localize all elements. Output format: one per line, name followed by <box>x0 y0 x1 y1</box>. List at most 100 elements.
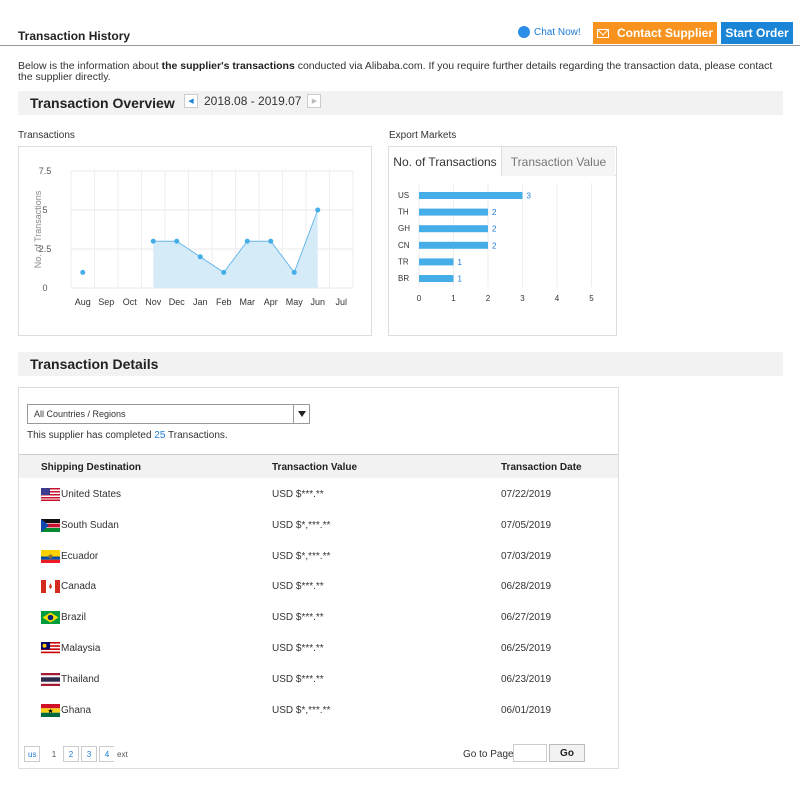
table-row: Ghana USD $*,***.** 06/01/2019 <box>19 696 618 726</box>
page-2[interactable]: 2 <box>63 746 79 762</box>
x-tick-label: Jul <box>335 297 347 307</box>
cell-country: Ghana <box>61 704 92 716</box>
cell-country: Ecuador <box>61 550 99 562</box>
cell-value: USD $*,***.** <box>272 704 331 716</box>
y-axis-label: No. of Transactions <box>33 190 43 268</box>
page-4[interactable]: 4 <box>99 746 115 762</box>
page-header: Transaction History Chat Now! Contact Su… <box>0 0 800 46</box>
flag-gh-icon <box>41 703 60 717</box>
chat-icon <box>518 26 530 38</box>
x-tick-label: 0 <box>417 294 422 303</box>
data-point <box>244 238 250 244</box>
flag-my-icon <box>41 642 60 655</box>
category-label: TR <box>398 257 409 266</box>
pagination: us 1 2 3 4 ext Go to Page Go <box>19 742 618 768</box>
data-label: 2 <box>492 241 497 250</box>
flag-ec-icon <box>41 549 60 563</box>
y-tick-label: 5 <box>42 205 47 215</box>
cell-date: 06/27/2019 <box>501 612 552 624</box>
cell-country: United States <box>61 489 122 500</box>
table-row: South Sudan USD $*,***.** 07/05/2019 <box>19 511 618 541</box>
x-tick-label: Dec <box>169 297 186 307</box>
cell-country: Malaysia <box>61 643 101 654</box>
table-row: Canada USD $***.** 06/28/2019 <box>19 572 618 602</box>
col-shipping-destination: Shipping Destination <box>41 462 141 473</box>
x-tick-label: 5 <box>589 294 594 303</box>
bar <box>419 258 454 266</box>
completed-suffix: Transactions. <box>165 430 228 441</box>
data-point <box>80 269 86 275</box>
period-selector: ◀ 2018.08 - 2019.07 ▶ <box>184 94 322 108</box>
data-label: 2 <box>492 225 497 234</box>
goto-page-input[interactable] <box>513 744 547 762</box>
x-tick-label: Feb <box>216 297 232 307</box>
category-label: GH <box>398 224 410 233</box>
prev-period-button[interactable]: ◀ <box>184 94 198 108</box>
cell-country: Thailand <box>61 673 100 685</box>
dropdown-button[interactable] <box>293 405 309 423</box>
next-period-button[interactable]: ▶ <box>307 94 322 108</box>
chat-label: Chat Now! <box>534 26 581 38</box>
x-tick-label: 3 <box>520 294 525 303</box>
page-3[interactable]: 3 <box>81 746 97 762</box>
chat-now-link[interactable]: Chat Now! <box>518 26 581 38</box>
chevron-down-icon <box>297 411 306 417</box>
data-point <box>150 238 156 244</box>
start-order-button[interactable]: Start Order <box>721 22 793 44</box>
details-bar: Transaction Details <box>18 352 783 376</box>
x-tick-label: Nov <box>145 297 162 307</box>
details-title: Transaction Details <box>30 356 159 372</box>
page-title: Transaction History <box>18 29 131 43</box>
export-markets-label: Export Markets <box>389 130 457 141</box>
export-markets-chart: 0 1 2 3 4 5 US 3 TH 2 GH 2 CN 2 TR 1 BR 1 <box>398 183 594 303</box>
x-tick-label: Jun <box>310 297 325 307</box>
cell-date: 06/25/2019 <box>501 643 552 654</box>
cell-country: South Sudan <box>61 519 119 531</box>
x-tick-label: Apr <box>264 297 278 307</box>
cell-value: USD $*,***.** <box>272 550 331 562</box>
cell-value: USD $***.** <box>272 581 324 593</box>
cell-value: USD $***.** <box>272 643 324 654</box>
bar <box>419 208 488 216</box>
data-label: 1 <box>458 275 463 284</box>
goto-label: Go to Page <box>463 749 514 760</box>
flag-us-icon <box>41 488 60 501</box>
data-label: 2 <box>492 208 497 217</box>
cell-value: USD $***.** <box>272 489 324 500</box>
transactions-chart-panel: 0 2.5 5 7.5 No. of Transactions Aug Sep Oct Nov D… <box>18 146 372 336</box>
page-1[interactable]: 1 <box>46 746 62 762</box>
flag-th-icon <box>41 672 60 686</box>
go-button[interactable]: Go <box>549 744 585 762</box>
x-tick-label: Sep <box>98 297 114 307</box>
x-tick-label: 2 <box>486 294 491 303</box>
contact-supplier-button[interactable]: Contact Supplier <box>593 22 717 44</box>
cell-date: 07/22/2019 <box>501 489 552 500</box>
overview-title: Transaction Overview <box>30 95 175 111</box>
y-tick-label: 7.5 <box>39 166 52 176</box>
overview-bar: Transaction Overview ◀ 2018.08 - 2019.07… <box>18 91 783 115</box>
x-tick-label: 1 <box>451 294 456 303</box>
data-point <box>268 238 274 244</box>
x-tick-label: Aug <box>75 297 91 307</box>
period-label: 2018.08 - 2019.07 <box>204 94 302 108</box>
category-label: CN <box>398 241 410 250</box>
data-point <box>174 238 180 244</box>
transactions-label: Transactions <box>18 130 75 141</box>
col-transaction-value: Transaction Value <box>272 462 358 473</box>
country-select[interactable]: All Countries / Regions <box>27 404 310 424</box>
x-tick-label: 4 <box>555 294 560 303</box>
col-transaction-date: Transaction Date <box>501 462 582 473</box>
tab-no-of-transactions[interactable]: No. of Transactions <box>389 147 502 176</box>
flag-br-icon <box>41 611 60 625</box>
cell-date: 07/05/2019 <box>501 519 552 531</box>
table-row: Ecuador USD $*,***.** 07/03/2019 <box>19 542 618 572</box>
prev-page-button[interactable]: us <box>24 746 41 762</box>
flag-ca-icon <box>41 580 60 594</box>
tab-transaction-value[interactable]: Transaction Value <box>502 147 615 176</box>
data-point <box>197 254 203 260</box>
next-page-button[interactable]: ext <box>114 746 131 762</box>
x-tick-label: Oct <box>123 297 138 307</box>
completed-prefix: This supplier has completed <box>27 430 155 441</box>
bar <box>419 192 523 199</box>
cell-value: USD $***.** <box>272 612 324 624</box>
